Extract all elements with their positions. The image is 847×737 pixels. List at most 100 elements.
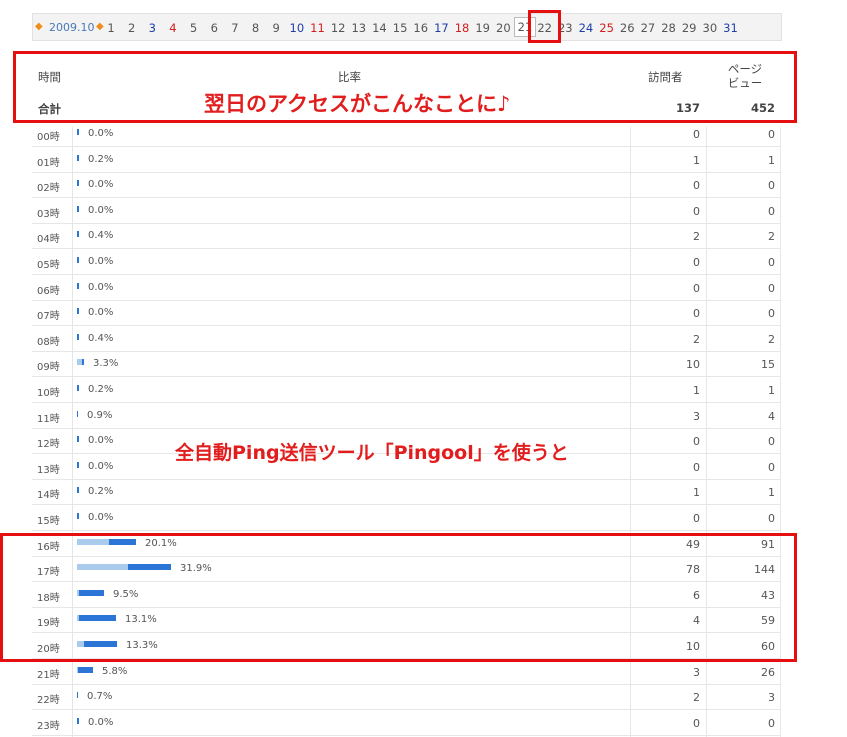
hour-label: 23時 — [37, 720, 60, 732]
table-row: 10時 0.2% 1 1 — [32, 377, 780, 403]
ratio-percent: 0.9% — [87, 409, 113, 421]
table-row: 02時 0.0% 0 0 — [32, 172, 780, 199]
pageviews-value: 0 — [768, 281, 775, 295]
pageviews-value: 1 — [768, 384, 775, 397]
pageviews-value: 2 — [768, 332, 775, 346]
visitors-value: 0 — [693, 128, 700, 141]
table-row: 08時 0.4% 2 2 — [32, 326, 780, 352]
table-row: 09時 3.3% 10 15 — [32, 351, 780, 378]
day-link-19[interactable]: 19 — [473, 21, 493, 35]
hour-label: 14時 — [37, 490, 60, 502]
day-link-1[interactable]: 1 — [101, 21, 121, 35]
day-link-20[interactable]: 20 — [493, 21, 513, 35]
middle-caption: 全自動Ping送信ツール「Pingool」を使うと — [175, 442, 569, 464]
ratio-percent: 0.0% — [88, 179, 114, 191]
visitor-bar — [77, 257, 79, 263]
table-row: 06時 0.0% 0 0 — [32, 275, 780, 301]
visitors-value: 0 — [693, 512, 700, 525]
day-link-10[interactable]: 10 — [287, 21, 307, 35]
pageviews-value: 0 — [768, 179, 775, 193]
day-link-8[interactable]: 8 — [246, 21, 266, 35]
day-link-4[interactable]: 4 — [163, 21, 183, 35]
visitors-value: 2 — [693, 691, 700, 705]
table-row: 15時 0.0% 0 0 — [32, 505, 780, 531]
visitor-bar — [77, 333, 79, 340]
visitors-value: 1 — [693, 486, 700, 500]
day-link-3[interactable]: 3 — [142, 21, 162, 35]
prev-month-arrow-icon[interactable]: ◆ — [35, 21, 43, 32]
ratio-percent: 3.3% — [93, 358, 119, 370]
day-link-6[interactable]: 6 — [204, 21, 224, 35]
visitors-value: 0 — [693, 281, 700, 295]
visitor-bar — [77, 180, 79, 187]
visitor-bar — [78, 666, 93, 673]
pageviews-value: 26 — [761, 665, 775, 679]
ratio-percent: 0.0% — [88, 128, 114, 139]
visitors-value: 3 — [693, 665, 700, 679]
day-link-14[interactable]: 14 — [369, 21, 389, 35]
pageviews-value: 0 — [768, 256, 775, 269]
day-link-16[interactable]: 16 — [411, 21, 431, 35]
day-link-12[interactable]: 12 — [328, 21, 348, 35]
day-link-24[interactable]: 24 — [576, 21, 596, 35]
day-link-7[interactable]: 7 — [225, 21, 245, 35]
table-row: 21時 5.8% 3 26 — [32, 659, 780, 685]
visitors-value: 0 — [693, 435, 700, 449]
month-link[interactable]: 2009.10 — [49, 21, 95, 34]
pageviews-value: 1 — [768, 153, 775, 167]
date-navigation-bar: ◆ 2009.10 ◆ 1 2 3 4 5 6 7 8 9 10 11 12 13 14 15 16 17 18 1… — [32, 13, 782, 41]
table-row: 23時 0.0% 0 0 — [32, 710, 780, 736]
pageviews-value: 0 — [768, 204, 775, 218]
visitor-bar — [77, 205, 79, 212]
ratio-percent: 0.4% — [88, 332, 114, 344]
day-link-27[interactable]: 27 — [638, 21, 658, 35]
day-link-17[interactable]: 17 — [431, 21, 451, 35]
day-link-28[interactable]: 28 — [659, 21, 679, 35]
day-link-13[interactable]: 13 — [349, 21, 369, 35]
visitors-value: 2 — [693, 332, 700, 346]
visitor-bar — [77, 410, 78, 417]
day-link-11[interactable]: 11 — [308, 21, 328, 35]
visitors-value: 0 — [693, 307, 700, 321]
hour-label: 00時 — [37, 132, 60, 143]
visitor-bar — [77, 282, 79, 289]
visitors-value: 0 — [693, 460, 700, 474]
visitor-bar — [77, 487, 79, 494]
day-link-26[interactable]: 26 — [617, 21, 637, 35]
hour-label: 03時 — [37, 208, 60, 220]
day-link-25[interactable]: 25 — [597, 21, 617, 35]
table-row: 00時 0.0% 0 0 — [32, 121, 780, 147]
visitor-bar — [77, 154, 79, 161]
hour-label: 07時 — [37, 311, 60, 323]
day-link-9[interactable]: 9 — [266, 21, 286, 35]
ratio-percent: 0.0% — [88, 435, 114, 447]
ratio-percent: 5.8% — [102, 665, 128, 677]
hour-label: 09時 — [37, 362, 60, 374]
day-link-2[interactable]: 2 — [122, 21, 142, 35]
ratio-percent: 0.0% — [88, 204, 114, 216]
day-link-29[interactable]: 29 — [679, 21, 699, 35]
visitor-bar — [77, 129, 79, 135]
pageviews-value: 0 — [768, 435, 775, 449]
day-link-5[interactable]: 5 — [184, 21, 204, 35]
pageviews-value: 1 — [768, 486, 775, 500]
hour-label: 10時 — [37, 388, 60, 399]
hour-label: 11時 — [37, 413, 60, 425]
hour-label: 04時 — [37, 234, 60, 246]
visitors-value: 10 — [686, 358, 700, 372]
visitor-bar — [77, 461, 79, 468]
day-link-15[interactable]: 15 — [390, 21, 410, 35]
ratio-percent: 0.0% — [88, 716, 114, 728]
visitors-value: 1 — [693, 153, 700, 167]
ratio-percent: 0.0% — [88, 460, 114, 472]
ratio-percent: 0.4% — [88, 230, 114, 242]
visitor-bar — [77, 692, 78, 699]
visitors-value: 0 — [693, 256, 700, 269]
day-link-30[interactable]: 30 — [700, 21, 720, 35]
pageviews-value: 0 — [768, 512, 775, 525]
hour-label: 15時 — [37, 516, 60, 527]
day-link-31[interactable]: 31 — [721, 21, 741, 35]
day-link-18[interactable]: 18 — [452, 21, 472, 35]
hour-label: 05時 — [37, 260, 60, 271]
visitors-value: 2 — [693, 230, 700, 244]
